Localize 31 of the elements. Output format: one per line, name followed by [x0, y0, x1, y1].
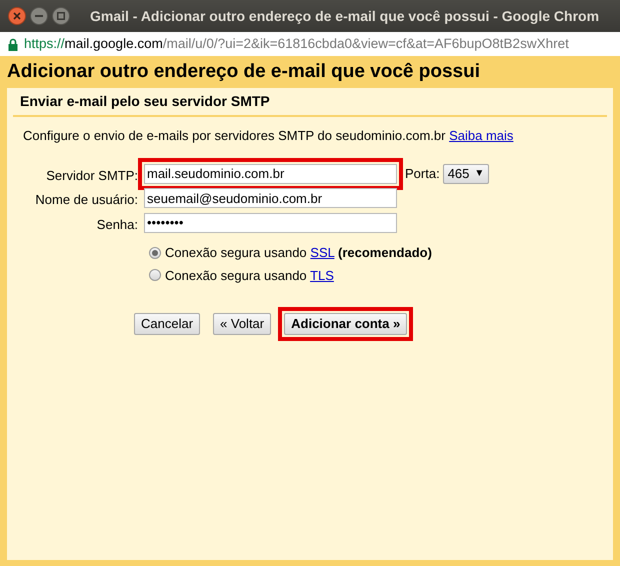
- text-field[interactable]: ••••••••: [144, 212, 397, 232]
- intro-text: Configure o envio de e-mails por servidores SMTP do seudominio.com.br Saiba mais: [22, 127, 514, 145]
- radio-button[interactable]: [149, 269, 161, 282]
- minimize-button[interactable]: [30, 7, 48, 25]
- radio-button[interactable]: [149, 246, 161, 259]
- field-label: Senha:: [96, 216, 138, 234]
- maximize-icon: [57, 12, 65, 20]
- maximize-button[interactable]: [52, 7, 70, 25]
- window-title: Gmail - Adicionar outro endereço de e-mail que você possui - Google Chrom: [90, 6, 600, 26]
- close-button[interactable]: [8, 7, 26, 25]
- option-label: Conexão segura usando SSL (recomendado): [165, 244, 432, 262]
- address-bar[interactable]: https://mail.google.com/mail/u/0/?ui=2&ik=61816cbda0&view=cf&at=AF6bupO8tB2swXhret: [0, 32, 620, 56]
- close-icon: [13, 12, 21, 20]
- section-title: Enviar e-mail pelo seu servidor SMTP: [20, 92, 270, 111]
- protocol-link[interactable]: SSL: [310, 245, 334, 260]
- page-title: Adicionar outro endereço de e-mail que você possui: [7, 60, 481, 84]
- url-text: https://mail.google.com/mail/u/0/?ui=2&ik=61816cbda0&view=cf&at=AF6bupO8tB2swXhret: [24, 34, 569, 53]
- minimize-icon: [35, 15, 43, 17]
- field-label: Nome de usuário:: [34, 191, 138, 209]
- port-select[interactable]: 465 ▼: [442, 164, 490, 184]
- port-label: Porta:: [405, 164, 440, 183]
- form-button[interactable]: Cancelar: [134, 313, 200, 335]
- lock-icon: [8, 38, 18, 50]
- field-label: Servidor SMTP:: [45, 166, 138, 184]
- form-button[interactable]: Adicionar conta »: [284, 313, 408, 335]
- protocol-link[interactable]: TLS: [310, 268, 334, 282]
- text-field[interactable]: mail.seudominio.com.br: [144, 164, 397, 184]
- text-field[interactable]: seuemail@seudominio.com.br: [144, 188, 397, 208]
- form-button[interactable]: « Voltar: [213, 313, 272, 335]
- option-label: Conexão segura usando TLS: [165, 266, 334, 285]
- learn-more-link[interactable]: Saiba mais: [449, 128, 514, 143]
